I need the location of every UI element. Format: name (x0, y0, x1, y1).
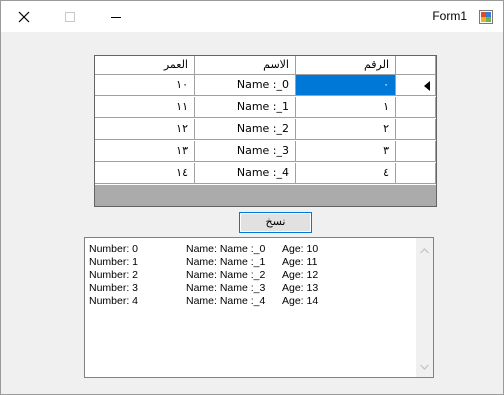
row-header[interactable] (396, 75, 436, 96)
close-icon (18, 11, 30, 23)
row-header[interactable] (396, 119, 436, 140)
window-title: Form1 (432, 9, 467, 23)
maximize-icon (65, 12, 75, 22)
cell-age[interactable]: ١٠ (95, 75, 195, 96)
output-listbox[interactable]: Number: 0 Name: Name :_0 Age: 10 Number:… (84, 237, 434, 378)
list-item-age: Age: 14 (282, 295, 319, 307)
copy-button[interactable]: نسخ (239, 212, 312, 233)
cell-number-selected[interactable]: ٠ (296, 75, 396, 96)
cell-number[interactable]: ٣ (296, 141, 396, 162)
vertical-scrollbar[interactable] (416, 238, 433, 377)
list-item-age: Age: 10 (282, 243, 319, 255)
scroll-up-icon[interactable] (420, 248, 429, 254)
row-header[interactable] (396, 141, 436, 162)
cell-age[interactable]: ١١ (95, 97, 195, 118)
list-item-number: Number: 4 (89, 295, 139, 307)
list-item[interactable]: Number: 1 Name: Name :_1 Age: 11 (89, 256, 317, 269)
top-left-header-cell (396, 56, 436, 75)
list-item-age: Age: 13 (282, 282, 319, 294)
table-row[interactable]: ١٣ Name :_3 ٣ (95, 141, 436, 163)
list-item[interactable]: Number: 2 Name: Name :_2 Age: 12 (89, 269, 318, 282)
cell-number[interactable]: ١ (296, 97, 396, 118)
list-item-name: Name: Name :_3 (186, 282, 266, 294)
list-item-name: Name: Name :_2 (186, 269, 266, 281)
list-item-number: Number: 3 (89, 282, 139, 294)
cell-number[interactable]: ٤ (296, 163, 396, 184)
cell-age[interactable]: ١٢ (95, 119, 195, 140)
scroll-down-icon[interactable] (420, 364, 429, 370)
column-header-number[interactable]: الرقم (296, 56, 396, 75)
list-item-number: Number: 1 (89, 256, 139, 268)
column-header-age[interactable]: العمر (95, 56, 195, 75)
cell-age[interactable]: ١٤ (95, 163, 195, 184)
cell-name[interactable]: Name :_2 (195, 119, 296, 140)
maximize-button[interactable] (47, 1, 93, 32)
table-row[interactable]: ١٠ Name :_0 ٠ (95, 75, 436, 97)
close-button[interactable] (1, 1, 47, 32)
minimize-icon (111, 17, 121, 18)
table-row[interactable]: ١١ Name :_1 ١ (95, 97, 436, 119)
main-window: Form1 العمر الاسم الرقم ١٠ Name :_0 ٠ ١١ (0, 0, 504, 395)
row-header[interactable] (396, 97, 436, 118)
list-item[interactable]: Number: 4 Name: Name :_4 Age: 14 (89, 295, 318, 308)
cell-name[interactable]: Name :_1 (195, 97, 296, 118)
cell-number[interactable]: ٢ (296, 119, 396, 140)
cell-age[interactable]: ١٣ (95, 141, 195, 162)
row-header[interactable] (396, 163, 436, 184)
list-item[interactable]: Number: 3 Name: Name :_3 Age: 13 (89, 282, 318, 295)
list-item-name: Name: Name :_4 (186, 295, 266, 307)
cell-name[interactable]: Name :_4 (195, 163, 296, 184)
list-item[interactable]: Number: 0 Name: Name :_0 Age: 10 (89, 243, 318, 256)
table-row[interactable]: ١٢ Name :_2 ٢ (95, 119, 436, 141)
cell-name[interactable]: Name :_0 (195, 75, 296, 96)
list-item-age: Age: 11 (282, 256, 318, 268)
current-row-arrow-icon (424, 81, 430, 91)
minimize-button[interactable] (93, 1, 139, 32)
table-row[interactable]: ١٤ Name :_4 ٤ (95, 163, 436, 185)
data-grid[interactable]: العمر الاسم الرقم ١٠ Name :_0 ٠ ١١ Name … (94, 55, 437, 207)
list-item-number: Number: 0 (89, 243, 139, 255)
title-bar: Form1 (1, 1, 503, 32)
list-item-name: Name: Name :_1 (186, 256, 266, 268)
app-icon (479, 10, 493, 24)
cell-name[interactable]: Name :_3 (195, 141, 296, 162)
list-item-name: Name: Name :_0 (186, 243, 266, 255)
list-item-number: Number: 2 (89, 269, 139, 281)
list-item-age: Age: 12 (282, 269, 319, 281)
column-header-name[interactable]: الاسم (195, 56, 296, 75)
